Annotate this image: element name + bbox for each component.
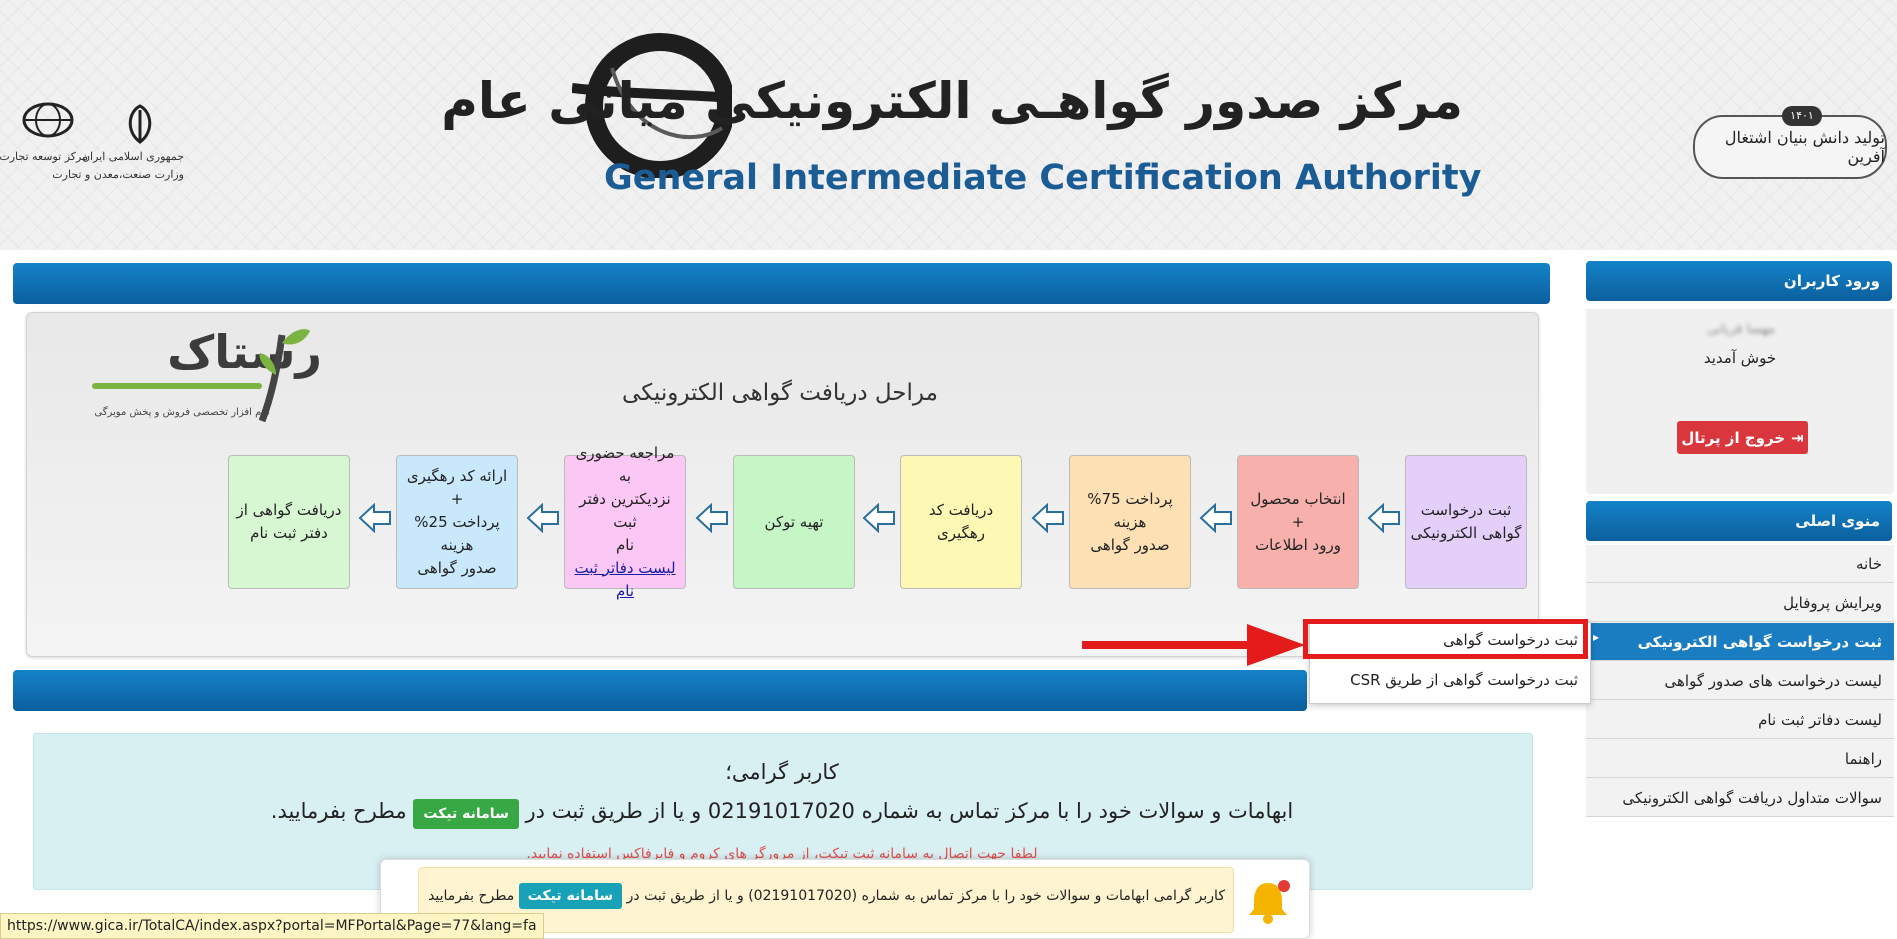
step-box: تهیه توکن xyxy=(733,455,855,589)
step-box: ثبت درخواست گواهی الکترونیکی xyxy=(1405,455,1527,589)
step-arrow-icon xyxy=(695,503,728,533)
step-text: پرداخت 25% هزینه xyxy=(414,512,500,554)
step-text: انتخاب محصول xyxy=(1250,489,1346,508)
step-arrow-icon xyxy=(526,503,559,533)
step-box: ارائه کد رهگیری + پرداخت 25% هزینه صدور گوا… xyxy=(396,455,518,589)
bell-icon[interactable] xyxy=(1243,877,1293,927)
step-text: دریافت گواهی از xyxy=(236,501,342,519)
content-top-bar xyxy=(13,263,1550,304)
iran-emblem-logo xyxy=(118,102,162,150)
info-message: ابهامات و سوالات خود را با مرکز تماس به … xyxy=(33,799,1531,829)
step-text: ورود اطلاعات xyxy=(1255,535,1341,554)
site-title-en: General Intermediate Certification Autho… xyxy=(604,158,1482,198)
panel-title: مراحل دریافت گواهی الکترونیکی xyxy=(622,380,938,406)
menu-item[interactable]: سوالات متداول دریافت گواهی الکترونیکی xyxy=(1586,779,1894,817)
step-arrow-icon xyxy=(358,503,391,533)
ecommerce-center-logo xyxy=(20,98,76,148)
step-text: نزدیکترین دفتر ثبت xyxy=(579,489,671,531)
step-text: صدور گواهی xyxy=(1090,535,1170,554)
logout-icon: ⇥ xyxy=(1791,428,1804,447)
site-title-fa: مرکز صدور گواهـی الکترونیکی میانی عام xyxy=(441,72,1463,130)
notification-message: کاربر گرامی ابهامات و سوالات خود را با م… xyxy=(428,883,1225,909)
user-name: مهسا قربانی xyxy=(1706,322,1776,337)
site-header: مرکز توسعه تجارت الکترونیکی جمهوری اسلام… xyxy=(0,0,1897,250)
step-arrow-icon xyxy=(1199,503,1232,533)
info-message-part1: ابهامات و سوالات خود را با مرکز تماس به … xyxy=(525,799,1294,823)
slogan-text: تولید دانش بنیان اشتغال آفرین xyxy=(1724,128,1885,166)
step-text: + xyxy=(1291,512,1305,531)
iran-emblem-icon xyxy=(128,104,152,144)
globe-icon xyxy=(22,102,74,138)
annotation-arrow-icon xyxy=(1082,624,1305,666)
submenu-arrow-icon: ▸ xyxy=(1593,630,1600,644)
logout-button[interactable]: ⇥ خروج از پرتال xyxy=(1677,421,1808,454)
menu-item[interactable]: خانه xyxy=(1586,545,1894,583)
menu-item[interactable]: لیست درخواست های صدور گواهی xyxy=(1586,662,1894,700)
ticket-system-button[interactable]: سامانه تیکت xyxy=(413,799,519,829)
step-box: دریافت کد رهگیری xyxy=(900,455,1022,589)
step-arrow-icon xyxy=(1367,503,1400,533)
rastak-logo: رستاک نرم افزار تخصصی فروش و پخش مویرگی xyxy=(82,325,322,425)
registration-offices-link[interactable]: لیست دفاتر ثبت نام xyxy=(569,557,681,603)
iran-name: جمهوری اسلامی ایران xyxy=(81,150,184,163)
step-text: مراجعه حضوری به xyxy=(575,443,675,485)
notification-part2: مطرح بفرمایید xyxy=(428,888,515,904)
notification-part1: کاربر گرامی ابهامات و سوالات خود را با م… xyxy=(626,888,1225,904)
step-text: گواهی الکترونیکی xyxy=(1410,524,1522,542)
logout-label: خروج از پرتال xyxy=(1681,428,1786,447)
welcome-text: خوش آمدید xyxy=(1703,349,1777,367)
submenu-item-request-csr[interactable]: ثبت درخواست گواهی از طریق CSR xyxy=(1350,671,1578,689)
step-text: صدور گواهی xyxy=(417,558,497,577)
highlight-box xyxy=(1303,619,1588,659)
step-text: پرداخت 75% هزینه xyxy=(1087,489,1173,531)
step-box: انتخاب محصول + ورود اطلاعات xyxy=(1237,455,1359,589)
info-greeting: کاربر گرامی؛ xyxy=(725,760,839,784)
info-message-part2: مطرح بفرمایید. xyxy=(270,799,407,823)
step-text: ارائه کد رهگیری xyxy=(406,466,508,485)
login-header: ورود کاربران xyxy=(1586,261,1892,301)
menu-item[interactable]: راهنما xyxy=(1586,740,1894,778)
main-menu-header: منوی اصلی xyxy=(1586,501,1892,541)
slogan-year: ۱۴۰۱ xyxy=(1782,106,1822,126)
ecommerce-center-name: مرکز توسعه تجارت الکترونیکی xyxy=(0,150,88,163)
step-text: تهیه توکن xyxy=(764,512,824,531)
notification-ticket-button[interactable]: سامانه تیکت xyxy=(518,883,623,909)
rastak-logo-subtitle: نرم افزار تخصصی فروش و پخش مویرگی xyxy=(94,407,270,418)
step-text: رهگیری xyxy=(937,524,985,542)
step-text: دریافت کد xyxy=(928,501,994,519)
step-box: پرداخت 75% هزینه صدور گواهی xyxy=(1069,455,1191,589)
ministry-name: وزارت صنعت،معدن و تجارت xyxy=(52,168,184,181)
menu-item[interactable]: لیست دفاتر ثبت نام xyxy=(1586,701,1894,739)
step-box: دریافت گواهی از دفتر ثبت نام xyxy=(228,455,350,589)
step-text: + xyxy=(450,489,464,508)
status-url: https://www.gica.ir/TotalCA/index.aspx?p… xyxy=(7,918,537,934)
menu-item[interactable]: ثبت درخواست گواهی الکترونیکی xyxy=(1586,623,1894,661)
step-arrow-icon xyxy=(1031,503,1064,533)
content-second-bar xyxy=(13,670,1307,711)
step-arrow-icon xyxy=(862,503,895,533)
step-text: ثبت درخواست xyxy=(1420,501,1512,519)
step-text: نام xyxy=(615,535,635,554)
logo-underline xyxy=(92,383,262,389)
step-text: دفتر ثبت نام xyxy=(250,524,328,542)
browser-status-bar: https://www.gica.ir/TotalCA/index.aspx?p… xyxy=(0,913,544,939)
step-box: مراجعه حضوری به نزدیکترین دفتر ثبت نام لیست… xyxy=(564,444,686,600)
menu-item[interactable]: ویرایش پروفایل xyxy=(1586,584,1894,622)
